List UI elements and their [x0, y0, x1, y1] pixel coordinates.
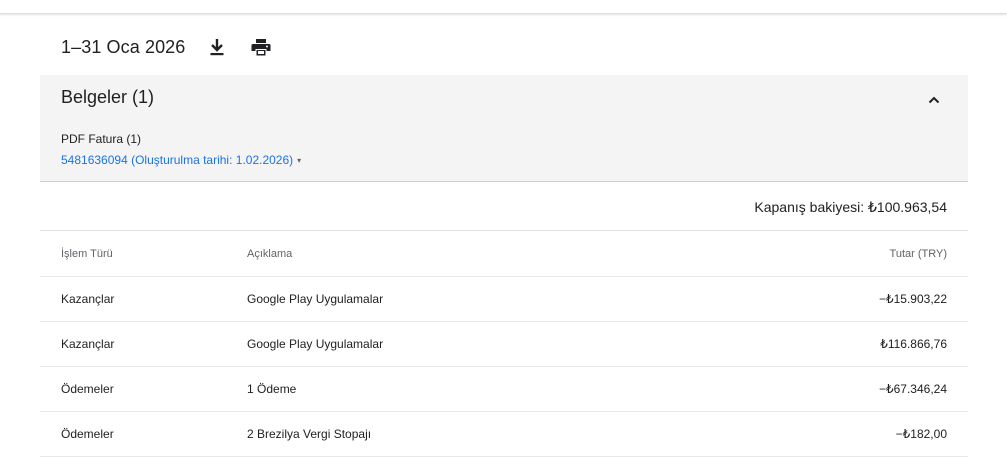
- table-row: Ödemeler 2 Brezilya Vergi Stopajı −₺182,…: [40, 412, 968, 457]
- top-app-bar: [0, 0, 1007, 14]
- column-header-amount: Tutar (TRY): [889, 247, 947, 260]
- row-description: 2 Brezilya Vergi Stopajı: [247, 427, 372, 441]
- row-amount: −₺15.903,22: [878, 292, 947, 306]
- row-description: 1 Ödeme: [247, 382, 297, 396]
- closing-balance: Kapanış bakiyesi: ₺100.963,54: [754, 199, 947, 215]
- table-row: Kazançlar Google Play Uygulamalar ₺116.8…: [40, 322, 968, 367]
- row-type: Kazançlar: [61, 337, 115, 351]
- transactions-table: İşlem Türü Açıklama Tutar (TRY) Kazançla…: [40, 231, 968, 457]
- chevron-up-icon: [928, 96, 940, 104]
- documents-panel: Belgeler (1) PDF Fatura (1) 5481636094 (…: [40, 75, 968, 182]
- row-amount: ₺116.866,76: [880, 337, 947, 351]
- table-row: Kazançlar Google Play Uygulamalar −₺15.9…: [40, 277, 968, 322]
- documents-title: Belgeler (1): [61, 87, 155, 107]
- pdf-invoice-link-text: 5481636094 (Oluşturulma tarihi: 1.02.202…: [61, 153, 294, 167]
- print-icon: [251, 39, 271, 56]
- collapse-documents-button[interactable]: [922, 88, 946, 112]
- row-description: Google Play Uygulamalar: [247, 337, 384, 351]
- row-amount: −₺182,00: [895, 427, 947, 441]
- download-icon: [210, 39, 224, 56]
- pdf-invoice-label: PDF Fatura (1): [61, 132, 142, 146]
- statement-header: 1–31 Oca 2026: [61, 34, 273, 60]
- row-type: Ödemeler: [61, 382, 114, 396]
- column-header-type: İşlem Türü: [61, 247, 113, 260]
- print-button[interactable]: [249, 35, 273, 59]
- download-button[interactable]: [205, 35, 229, 59]
- pdf-invoice-link[interactable]: 5481636094 (Oluşturulma tarihi: 1.02.202…: [61, 153, 301, 167]
- table-header-row: İşlem Türü Açıklama Tutar (TRY): [40, 231, 968, 277]
- table-row: Ödemeler 1 Ödeme −₺67.346,24: [40, 367, 968, 412]
- caret-down-icon: ▾: [297, 155, 302, 165]
- row-type: Kazançlar: [61, 292, 115, 306]
- statement-period: 1–31 Oca 2026: [61, 36, 186, 57]
- row-amount: −₺67.346,24: [878, 382, 947, 396]
- row-description: Google Play Uygulamalar: [247, 292, 384, 306]
- row-type: Ödemeler: [61, 427, 114, 441]
- column-header-description: Açıklama: [247, 247, 293, 260]
